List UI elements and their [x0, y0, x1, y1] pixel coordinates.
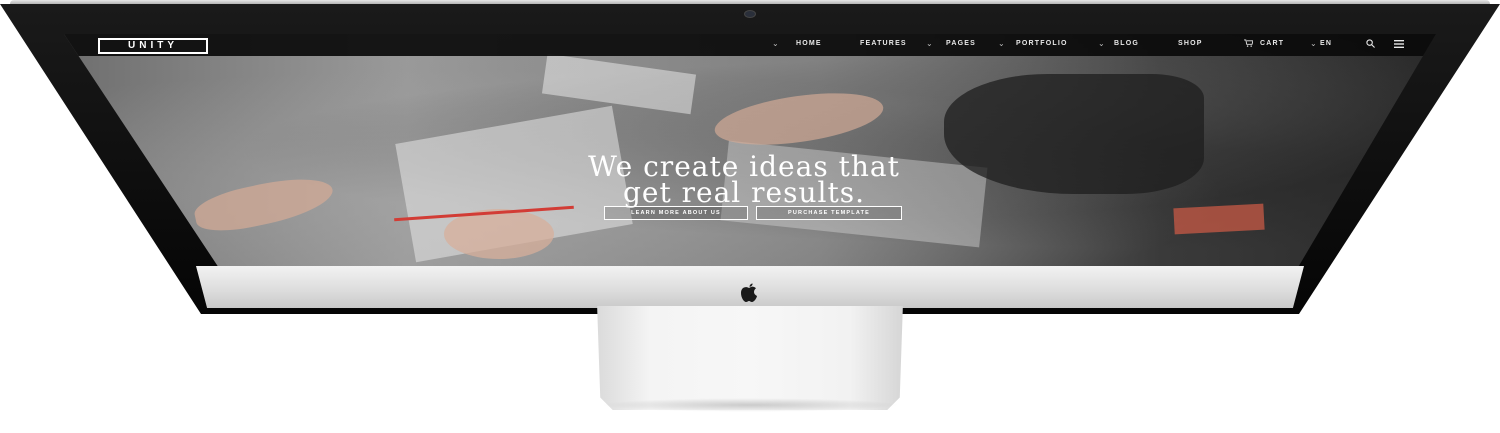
- search-icon[interactable]: [1366, 39, 1375, 48]
- imac-stand: [597, 306, 903, 410]
- background-photo-hand: [191, 169, 337, 239]
- apple-logo-icon: [741, 283, 757, 302]
- site-logo[interactable]: UNITY: [98, 38, 208, 54]
- cart-icon[interactable]: [1244, 39, 1253, 47]
- nav-item-features[interactable]: FEATURES: [860, 40, 907, 47]
- chevron-down-icon[interactable]: ⌄: [926, 39, 933, 48]
- chevron-down-icon[interactable]: ⌄: [1098, 39, 1105, 48]
- camera-icon: [744, 10, 756, 18]
- nav-item-shop[interactable]: SHOP: [1178, 40, 1203, 47]
- nav-item-blog[interactable]: BLOG: [1114, 40, 1139, 47]
- website-screen: UNITY ⌄ HOME FEATURES ⌄ PAGES ⌄ PORTFOLI…: [64, 34, 1436, 266]
- nav-item-home[interactable]: HOME: [796, 40, 822, 47]
- nav-item-pages[interactable]: PAGES: [946, 40, 976, 47]
- chevron-down-icon[interactable]: ⌄: [1310, 39, 1317, 48]
- chevron-down-icon[interactable]: ⌄: [998, 39, 1005, 48]
- top-navbar: UNITY ⌄ HOME FEATURES ⌄ PAGES ⌄ PORTFOLI…: [64, 34, 1436, 56]
- background-photo-card: [1173, 203, 1265, 235]
- menu-icon[interactable]: [1394, 40, 1404, 48]
- purchase-template-button[interactable]: PURCHASE TEMPLATE: [756, 206, 902, 220]
- hero-title: We create ideas that get real results.: [414, 153, 1074, 209]
- nav-item-cart[interactable]: CART: [1260, 40, 1284, 47]
- hero-title-line-2: get real results.: [623, 176, 865, 209]
- nav-item-portfolio[interactable]: PORTFOLIO: [1016, 40, 1068, 47]
- chevron-down-icon[interactable]: ⌄: [772, 39, 779, 48]
- language-selector[interactable]: EN: [1320, 40, 1332, 47]
- stand-shadow: [600, 398, 900, 412]
- learn-more-button[interactable]: LEARN MORE ABOUT US: [604, 206, 748, 220]
- background-photo-paper: [541, 53, 697, 115]
